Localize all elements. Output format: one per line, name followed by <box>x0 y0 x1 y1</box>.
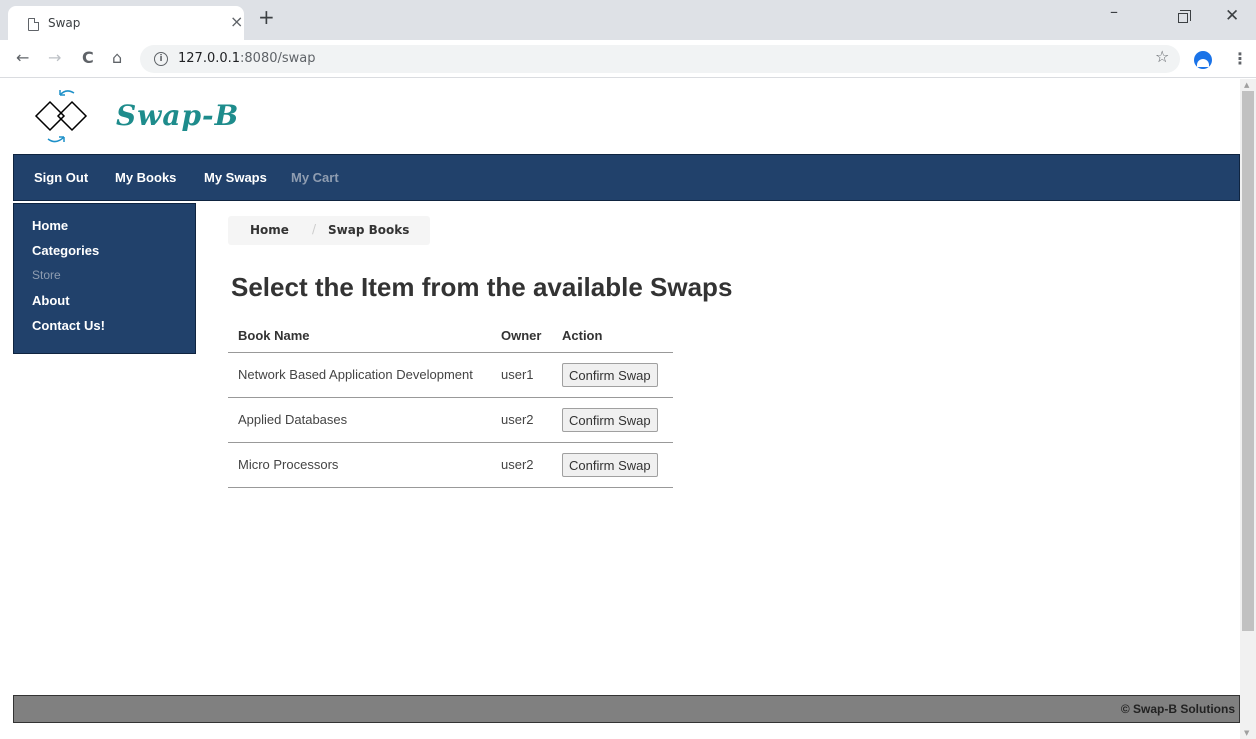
footer-copyright: © Swap-B Solutions <box>1120 702 1235 716</box>
sidebar-item-categories[interactable]: Categories <box>32 243 99 258</box>
nav-my-swaps[interactable]: My Swaps <box>204 170 267 185</box>
table-row: Applied Databases user2 Confirm Swap <box>228 398 673 443</box>
column-header-action: Action <box>562 328 603 343</box>
swap-diamonds-icon <box>34 90 88 143</box>
browser-toolbar: ← → C ⌂ i 127.0.0.1:8080/swap ☆ ⋮ <box>0 40 1256 78</box>
book-name-cell: Network Based Application Development <box>238 367 473 382</box>
bookmark-star-icon[interactable]: ☆ <box>1155 47 1169 66</box>
confirm-swap-button[interactable]: Confirm Swap <box>562 363 658 387</box>
page-title: Select the Item from the available Swaps <box>231 272 733 302</box>
breadcrumb-separator: / <box>312 222 317 236</box>
home-icon[interactable]: ⌂ <box>112 49 122 67</box>
owner-cell: user2 <box>501 457 534 472</box>
column-header-owner: Owner <box>501 328 542 343</box>
nav-my-books[interactable]: My Books <box>115 170 176 185</box>
sidebar-item-home[interactable]: Home <box>32 218 68 233</box>
vertical-scrollbar[interactable]: ▲ ▼ <box>1240 79 1256 739</box>
nav-sign-out[interactable]: Sign Out <box>34 170 88 185</box>
scroll-down-icon[interactable]: ▼ <box>1244 729 1249 737</box>
table-row: Micro Processors user2 Confirm Swap <box>228 443 673 488</box>
page-icon <box>28 18 39 31</box>
site-logo[interactable]: Swap-B <box>30 85 300 151</box>
url-host: 127.0.0.1 <box>178 51 241 66</box>
sidebar-item-contact-us[interactable]: Contact Us! <box>32 318 105 333</box>
page-footer: © Swap-B Solutions <box>13 695 1240 723</box>
menu-icon[interactable]: ⋮ <box>1232 49 1248 68</box>
profile-avatar[interactable] <box>1194 51 1212 69</box>
browser-tab-strip: Swap × + – ✕ <box>0 0 1256 40</box>
confirm-swap-button[interactable]: Confirm Swap <box>562 408 658 432</box>
top-navigation: Sign Out My Books My Swaps My Cart <box>13 154 1240 201</box>
address-bar[interactable]: i 127.0.0.1:8080/swap <box>140 45 1180 73</box>
back-icon[interactable]: ← <box>16 49 29 67</box>
new-tab-icon[interactable]: + <box>258 7 275 27</box>
info-icon[interactable]: i <box>154 52 168 66</box>
owner-cell: user1 <box>501 367 534 382</box>
url-text[interactable]: 127.0.0.1:8080/swap <box>178 51 316 66</box>
scroll-up-icon[interactable]: ▲ <box>1244 81 1249 89</box>
sidebar-item-about[interactable]: About <box>32 293 70 308</box>
breadcrumb: Home / Swap Books <box>228 216 430 245</box>
breadcrumb-current: Swap Books <box>328 223 410 237</box>
reload-icon[interactable]: C <box>82 49 94 67</box>
sidebar-item-store[interactable]: Store <box>32 268 61 282</box>
logo-text: Swap-B <box>116 99 240 132</box>
tab-title: Swap <box>48 16 81 30</box>
sidebar: Home Categories Store About Contact Us! <box>13 203 196 354</box>
book-name-cell: Applied Databases <box>238 412 348 427</box>
book-name-cell: Micro Processors <box>238 457 339 472</box>
table-header: Book Name Owner Action <box>228 319 673 353</box>
scroll-thumb[interactable] <box>1242 91 1254 631</box>
close-window-icon[interactable]: ✕ <box>1225 8 1239 25</box>
restore-icon[interactable] <box>1178 10 1191 23</box>
url-path: :8080/swap <box>240 51 316 66</box>
swaps-table: Book Name Owner Action Network Based App… <box>228 319 673 488</box>
table-row: Network Based Application Development us… <box>228 353 673 398</box>
confirm-swap-button[interactable]: Confirm Swap <box>562 453 658 477</box>
browser-tab[interactable]: Swap × <box>8 6 244 40</box>
page-viewport: Swap-B Sign Out My Books My Swaps My Car… <box>0 79 1240 739</box>
minimize-icon[interactable]: – <box>1110 2 1118 21</box>
nav-my-cart[interactable]: My Cart <box>291 170 339 185</box>
owner-cell: user2 <box>501 412 534 427</box>
column-header-book-name: Book Name <box>238 328 310 343</box>
close-tab-icon[interactable]: × <box>230 14 243 30</box>
breadcrumb-home[interactable]: Home <box>250 223 289 237</box>
forward-icon[interactable]: → <box>48 49 61 67</box>
